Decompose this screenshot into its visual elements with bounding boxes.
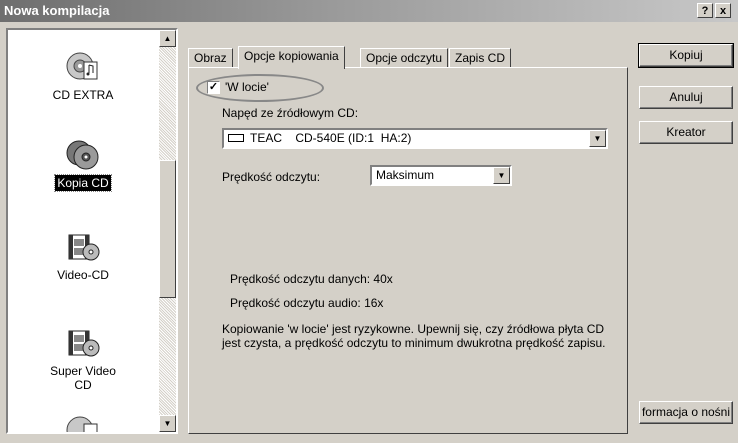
chevron-down-icon[interactable]: ▼ <box>493 167 510 184</box>
cancel-button[interactable]: Anuluj <box>639 86 733 109</box>
drive-icon <box>228 133 244 142</box>
scroll-thumb[interactable] <box>159 160 176 298</box>
video-cd-icon <box>68 234 100 261</box>
on-the-fly-label: 'W locie' <box>225 80 269 94</box>
list-item-cd-extra[interactable]: CD EXTRA <box>8 50 158 103</box>
list-item-label: Video-CD <box>57 268 109 282</box>
source-drive-label: Napęd ze źródłowym CD: <box>222 106 359 120</box>
media-info-button[interactable]: formacja o nośni <box>639 401 733 424</box>
chevron-down-icon[interactable]: ▼ <box>589 130 606 147</box>
tab-zapis-cd[interactable]: Zapis CD <box>449 48 512 68</box>
list-item-label: Super Video CD <box>50 364 116 392</box>
source-drive-value: TEAC CD-540E (ID:1 HA:2) <box>250 131 412 145</box>
read-speed-select[interactable]: Maksimum ▼ <box>370 165 512 186</box>
list-item-super-video-cd[interactable]: Super Video CD <box>8 326 158 393</box>
close-button[interactable]: x <box>715 3 731 18</box>
tab-panel-copy-options <box>188 67 628 434</box>
source-drive-select[interactable]: TEAC CD-540E (ID:1 HA:2) ▼ <box>222 128 608 149</box>
read-speed-label: Prędkość odczytu: <box>222 170 321 184</box>
warning-text: Kopiowanie 'w locie' jest ryzykowne. Upe… <box>222 322 606 350</box>
list-scrollbar[interactable]: ▲ ▼ <box>159 30 176 432</box>
tab-opcje-odczytu[interactable]: Opcje odczytu <box>360 48 449 68</box>
tab-obraz[interactable]: Obraz <box>188 48 233 68</box>
on-the-fly-checkbox[interactable]: ✓ <box>207 81 220 94</box>
list-item-label: Kopia CD <box>54 174 112 192</box>
cd-copy-icon <box>66 140 99 170</box>
list-item-label: CD EXTRA <box>52 88 114 102</box>
wizard-button[interactable]: Kreator <box>639 121 733 144</box>
window-title: Nowa kompilacja <box>4 3 110 18</box>
list-item-video-cd[interactable]: Video-CD <box>8 230 158 283</box>
tab-opcje-kopiowania[interactable]: Opcje kopiowania <box>238 46 345 69</box>
scroll-down-button[interactable]: ▼ <box>159 415 176 432</box>
data-read-speed: Prędkość odczytu danych: 40x <box>230 272 393 286</box>
cd-icon <box>66 416 98 432</box>
cd-extra-icon <box>66 52 98 80</box>
list-item-kopia-cd[interactable]: Kopia CD <box>8 138 158 192</box>
copy-button[interactable]: Kopiuj <box>638 43 734 68</box>
read-speed-value: Maksimum <box>376 168 435 182</box>
super-video-cd-icon <box>68 330 100 357</box>
list-item-partial[interactable] <box>8 412 158 432</box>
title-bar: Nowa kompilacja ? x <box>0 0 738 22</box>
compilation-type-list[interactable]: CD EXTRA Kopia CD Video-CD Super Video C… <box>6 28 178 434</box>
scroll-up-button[interactable]: ▲ <box>159 30 176 47</box>
help-button[interactable]: ? <box>697 3 713 18</box>
audio-read-speed: Prędkość odczytu audio: 16x <box>230 296 384 310</box>
